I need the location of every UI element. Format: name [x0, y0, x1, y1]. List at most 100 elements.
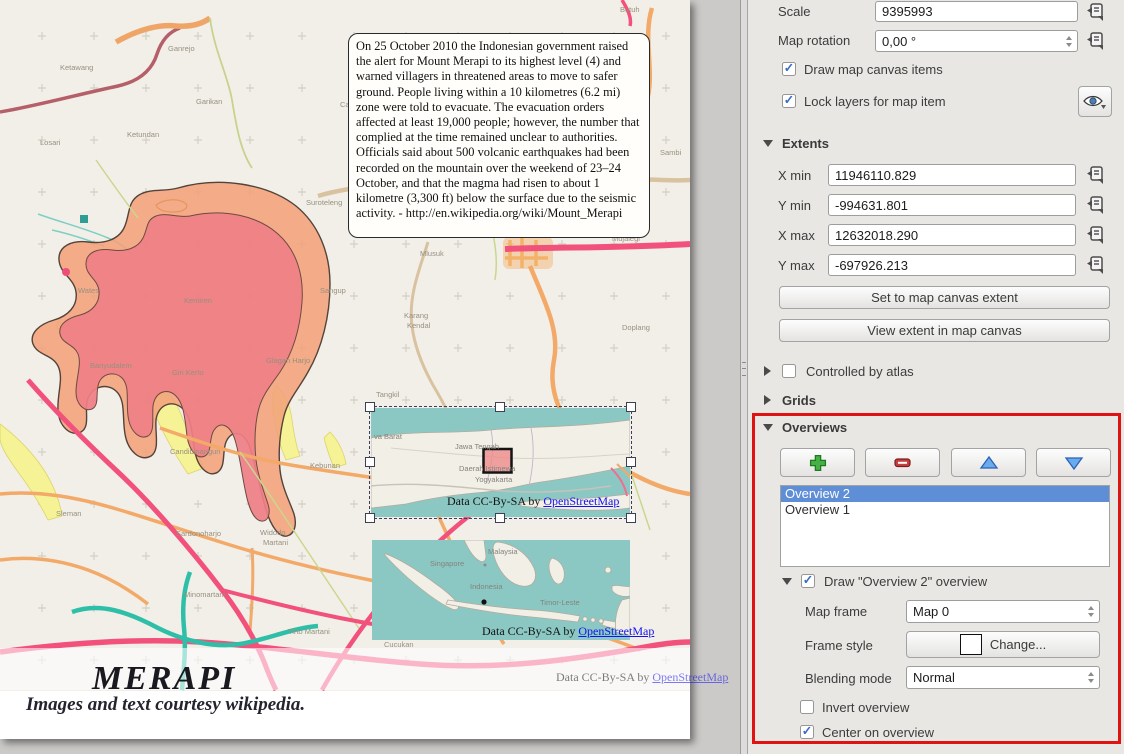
- overviews-header: Overviews: [782, 420, 847, 435]
- invert-overview-checkbox[interactable]: [800, 700, 814, 714]
- map-frame-combobox[interactable]: Map 0: [906, 600, 1100, 623]
- map-place-label: Yogyakarta: [475, 475, 513, 484]
- rotation-override-button[interactable]: [1085, 31, 1105, 51]
- selection-handle-se[interactable]: [626, 513, 636, 523]
- blending-mode-combobox[interactable]: Normal: [906, 666, 1100, 689]
- controlled-by-atlas-label: Controlled by atlas: [806, 364, 914, 379]
- selection-handle-n[interactable]: [495, 402, 505, 412]
- extents-header: Extents: [782, 136, 829, 151]
- selection-handle-s[interactable]: [495, 513, 505, 523]
- map-frame-spinner[interactable]: [1083, 601, 1099, 622]
- splitter-grip[interactable]: [742, 362, 746, 376]
- lock-layers-label: Lock layers for map item: [804, 94, 946, 109]
- rotation-spinner[interactable]: [1061, 31, 1077, 51]
- set-to-map-canvas-extent-button[interactable]: Set to map canvas extent: [779, 286, 1110, 309]
- xmax-label: X max: [778, 228, 815, 243]
- grids-collapse-arrow[interactable]: [764, 395, 771, 405]
- selection-handle-w[interactable]: [365, 457, 375, 467]
- blending-mode-spinner[interactable]: [1083, 667, 1099, 688]
- map-place-label: Candibinangun: [170, 447, 220, 456]
- map-place-label: Widodo: [260, 528, 285, 537]
- selection-handle-sw[interactable]: [365, 513, 375, 523]
- map-frame-value: Map 0: [913, 604, 1083, 619]
- map-place-label: Sangup: [320, 286, 346, 295]
- layer-visibility-preset-button[interactable]: [1078, 86, 1112, 117]
- map-place-label: Malaysia: [488, 547, 518, 556]
- map-place-label: Kebunan: [310, 461, 340, 470]
- map-place-label: Kemiren: [184, 296, 212, 305]
- map-place-label: Losari: [40, 138, 61, 147]
- blending-mode-value: Normal: [913, 670, 1083, 685]
- selection-handle-e[interactable]: [626, 457, 636, 467]
- data-defined-override-icon: [1085, 255, 1105, 275]
- map-rotation-input[interactable]: 0,00 °: [875, 30, 1078, 52]
- merapi-location-dot: [481, 599, 486, 604]
- composer-canvas: ButuhGanrejoKetawangGarikanCandisariKetu…: [0, 0, 740, 754]
- frame-style-change-label: Change...: [990, 637, 1046, 652]
- blending-mode-label: Blending mode: [805, 671, 892, 686]
- map-place-label: Ganrejo: [168, 44, 195, 53]
- center-on-overview-checkbox[interactable]: ✓: [800, 725, 814, 739]
- item-properties-panel: Scale 9395993 Map rotation 0,00 ° ✓ Draw…: [748, 0, 1124, 754]
- ymin-input[interactable]: -994631.801: [828, 194, 1076, 216]
- overview-map-item-1[interactable]: va BaratJawa TengahDaerah IstimewaYogyak…: [371, 408, 630, 517]
- ymax-override-button[interactable]: [1085, 255, 1105, 275]
- data-defined-override-icon: [1085, 31, 1105, 51]
- xmax-override-button[interactable]: [1085, 225, 1105, 245]
- selection-handle-ne[interactable]: [626, 402, 636, 412]
- map-subtitle[interactable]: Images and text courtesy wikipedia.: [26, 694, 305, 716]
- overviews-list[interactable]: Overview 2Overview 1: [780, 485, 1110, 567]
- openstreetmap-link[interactable]: OpenStreetMap: [652, 670, 728, 684]
- lock-layers-checkbox[interactable]: ✓: [782, 94, 796, 108]
- draw-map-canvas-items-label: Draw map canvas items: [804, 62, 943, 77]
- map-place-label: Tirto Martani: [288, 627, 330, 636]
- map-place-label: Minomartani: [184, 590, 226, 599]
- move-overview-down-button[interactable]: [1036, 448, 1111, 477]
- scale-override-button[interactable]: [1085, 2, 1105, 22]
- add-overview-button[interactable]: [780, 448, 855, 477]
- extents-collapse-arrow[interactable]: [763, 140, 773, 147]
- data-defined-override-icon: [1085, 165, 1105, 185]
- move-overview-up-button[interactable]: [951, 448, 1026, 477]
- scale-input[interactable]: 9395993: [875, 1, 1078, 22]
- view-extent-in-map-canvas-button[interactable]: View extent in map canvas: [779, 319, 1110, 342]
- xmin-override-button[interactable]: [1085, 165, 1105, 185]
- ymax-label: Y max: [778, 258, 815, 273]
- xmax-input[interactable]: 12632018.290: [828, 224, 1076, 246]
- overviews-collapse-arrow[interactable]: [763, 424, 773, 431]
- openstreetmap-link[interactable]: OpenStreetMap: [578, 624, 654, 638]
- ymin-override-button[interactable]: [1085, 195, 1105, 215]
- remove-overview-button[interactable]: [865, 448, 940, 477]
- draw-overview-collapse-arrow[interactable]: [782, 578, 792, 585]
- map-place-label: Singapore: [430, 559, 464, 568]
- ymax-input[interactable]: -697926.213: [828, 254, 1076, 276]
- frame-style-label: Frame style: [805, 638, 873, 653]
- center-on-overview-label: Center on overview: [822, 725, 934, 740]
- wikipedia-note-item[interactable]: On 25 October 2010 the Indonesian govern…: [348, 33, 650, 238]
- scale-label: Scale: [778, 4, 811, 19]
- attribution-text: Data CC-By-SA by: [447, 494, 543, 508]
- map-place-label: Martani: [263, 538, 288, 547]
- panel-splitter[interactable]: [740, 0, 748, 754]
- eye-icon: [1083, 93, 1107, 110]
- draw-overview-checkbox[interactable]: ✓: [801, 574, 815, 588]
- draw-map-canvas-items-checkbox[interactable]: ✓: [782, 62, 796, 76]
- main-map-attribution: Data CC-By-SA by OpenStreetMap: [556, 670, 728, 685]
- map-place-label: va Barat: [374, 432, 403, 441]
- map-place-label: Doplang: [622, 323, 650, 332]
- map-place-label: Ketawang: [60, 63, 93, 72]
- map-place-label: Mlusuk: [420, 249, 444, 258]
- overview-map-item-2[interactable]: SingaporeMalaysiaIndonesiaTimor-Leste Da…: [372, 540, 630, 640]
- selection-handle-nw[interactable]: [365, 402, 375, 412]
- xmin-input[interactable]: 11946110.829: [828, 164, 1076, 186]
- grids-header: Grids: [782, 393, 816, 408]
- map-title[interactable]: MERAPI: [92, 660, 236, 698]
- attribution-text: Data CC-By-SA by: [482, 624, 578, 638]
- attribution-text: Data CC-By-SA by: [556, 670, 652, 684]
- atlas-collapse-arrow[interactable]: [764, 366, 771, 376]
- overview-list-item[interactable]: Overview 2: [781, 486, 1109, 502]
- openstreetmap-link[interactable]: OpenStreetMap: [543, 494, 619, 508]
- overview-list-item[interactable]: Overview 1: [781, 502, 1109, 518]
- frame-style-change-button[interactable]: Change...: [906, 631, 1100, 658]
- controlled-by-atlas-checkbox[interactable]: [782, 364, 796, 378]
